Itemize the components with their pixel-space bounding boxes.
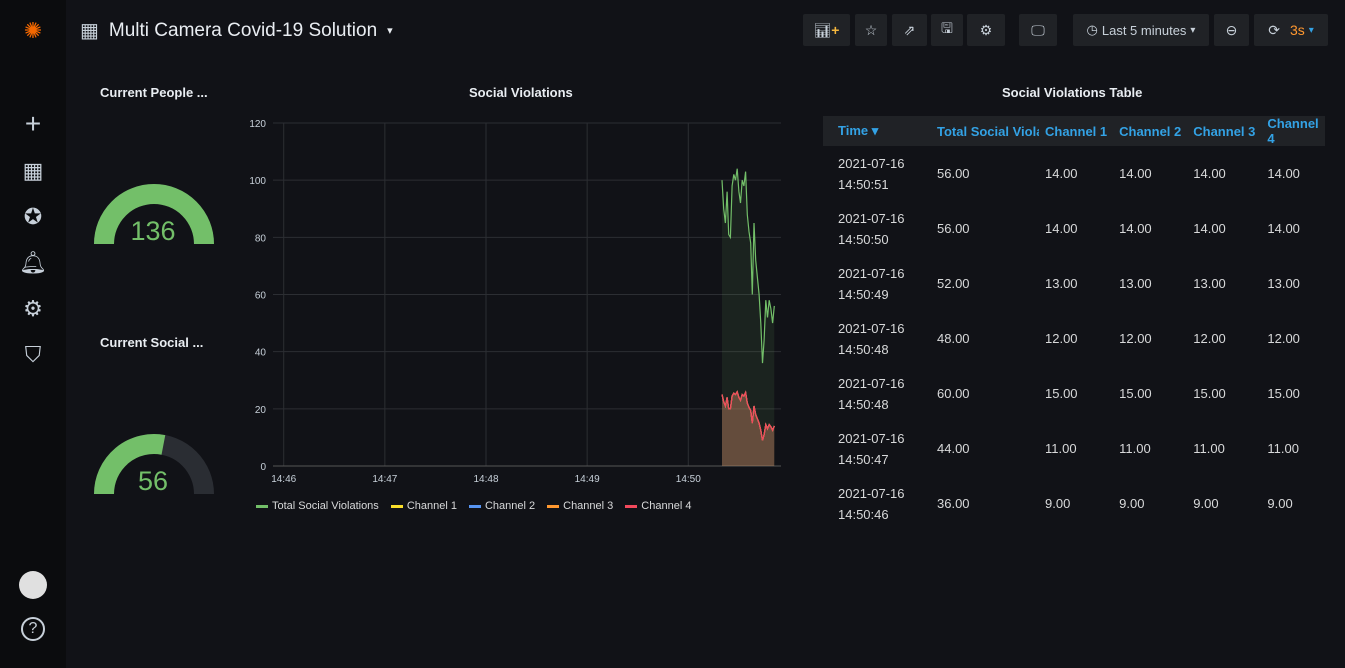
cell-date: 2021-07-16 — [838, 320, 905, 336]
legend-swatch — [547, 504, 560, 508]
col-time[interactable]: Time ▾ — [823, 116, 931, 146]
cell-date: 2021-07-16 — [838, 430, 905, 446]
cell-value: 14.00 — [1267, 166, 1300, 181]
cell-date: 2021-07-16 — [838, 155, 905, 171]
legend-item[interactable]: Channel 4 — [625, 500, 691, 512]
cell-value: 12.00 — [1267, 331, 1300, 346]
cell-value: 52.00 — [937, 276, 970, 291]
col-channel-1[interactable]: Channel 1 — [1039, 116, 1114, 146]
chart-legend: Total Social Violations Channel 1 Channel … — [256, 500, 691, 512]
cell-clock: 14:50:48 — [838, 396, 889, 412]
cell-value: 13.00 — [1045, 276, 1078, 291]
legend-label: Channel 4 — [641, 500, 692, 512]
legend-item[interactable]: Channel 3 — [547, 500, 613, 512]
cell-value: 14.00 — [1119, 166, 1152, 181]
cell-value: 9.00 — [1267, 496, 1293, 511]
legend-label: Total Social Violations — [272, 500, 379, 512]
cell-value: 12.00 — [1193, 331, 1226, 346]
cell-value: 60.00 — [937, 386, 970, 401]
cell-value: 14.00 — [1267, 221, 1300, 236]
table-row: 2021-07-16 14:50:50 56.00 14.00 14.00 14.00 14… — [823, 201, 1325, 256]
cell-clock: 14:50:47 — [838, 451, 889, 467]
cell-clock: 14:50:51 — [838, 176, 889, 192]
cell-clock: 14:50:49 — [838, 286, 889, 302]
legend-label: Channel 3 — [563, 500, 614, 512]
cell-value: 9.00 — [1193, 496, 1219, 511]
cell-clock: 14:50:50 — [838, 231, 889, 247]
legend-swatch — [390, 504, 403, 508]
cell-value: 13.00 — [1267, 276, 1300, 291]
cell-time: 2021-07-16 14:50:51 — [823, 146, 931, 201]
cell-time: 2021-07-16 14:50:46 — [823, 476, 931, 531]
cell-value: 15.00 — [1267, 386, 1300, 401]
y-tick-label: 120 — [249, 119, 266, 130]
col-channel-4[interactable]: Channel 4 — [1261, 116, 1325, 146]
cell-value: 12.00 — [1045, 331, 1078, 346]
cell-value: 48.00 — [937, 331, 970, 346]
table-row: 2021-07-16 14:50:49 52.00 13.00 13.00 13.00 13… — [823, 256, 1325, 311]
cell-value: 14.00 — [1045, 166, 1078, 181]
cell-value: 12.00 — [1119, 331, 1152, 346]
col-channel-3[interactable]: Channel 3 — [1187, 116, 1262, 146]
y-tick-label: 80 — [255, 233, 267, 244]
x-tick-label: 14:50 — [676, 474, 701, 485]
cell-value: 11.00 — [1267, 441, 1299, 456]
cell-date: 2021-07-16 — [838, 210, 905, 226]
cell-value: 44.00 — [937, 441, 970, 456]
legend-item[interactable]: Total Social Violations — [256, 500, 379, 512]
legend-swatch — [468, 504, 481, 508]
cell-value: 11.00 — [1119, 441, 1151, 456]
cell-value: 15.00 — [1119, 386, 1152, 401]
table-row: 2021-07-16 14:50:47 44.00 11.00 11.00 11.00 11… — [823, 421, 1325, 476]
cell-time: 2021-07-16 14:50:47 — [823, 421, 931, 476]
cell-date: 2021-07-16 — [838, 485, 905, 501]
x-tick-label: 14:48 — [473, 474, 498, 485]
cell-value: 14.00 — [1045, 221, 1078, 236]
cell-date: 2021-07-16 — [838, 375, 905, 391]
legend-label: Channel 2 — [484, 500, 536, 512]
panel-title-table[interactable]: Social Violations Table — [1002, 85, 1142, 100]
legend-label: Channel 1 — [406, 500, 457, 512]
cell-value: 13.00 — [1193, 276, 1226, 291]
cell-value: 15.00 — [1045, 386, 1078, 401]
cell-clock: 14:50:48 — [838, 341, 889, 357]
x-tick-label: 14:47 — [372, 474, 397, 485]
cell-value: 9.00 — [1045, 496, 1071, 511]
cell-value: 14.00 — [1119, 221, 1152, 236]
cell-time: 2021-07-16 14:50:49 — [823, 256, 931, 311]
legend-item[interactable]: Channel 2 — [468, 500, 536, 512]
cell-value: 15.00 — [1193, 386, 1226, 401]
col-channel-2[interactable]: Channel 2 — [1113, 116, 1188, 146]
cell-value: 13.00 — [1119, 276, 1152, 291]
cell-value: 14.00 — [1193, 221, 1226, 236]
table-row: 2021-07-16 14:50:48 48.00 12.00 12.00 12.00 12… — [823, 311, 1325, 366]
y-tick-label: 20 — [255, 405, 267, 416]
cell-date: 2021-07-16 — [838, 265, 905, 281]
table-row: 2021-07-16 14:50:46 36.00 9.00 9.00 9.00 9.00 — [823, 476, 1325, 531]
cell-value: 11.00 — [1045, 441, 1077, 456]
cell-value: 56.00 — [937, 166, 970, 181]
x-tick-label: 14:46 — [271, 474, 296, 485]
table-row: 2021-07-16 14:50:51 56.00 14.00 14.00 14.00 14… — [823, 146, 1325, 201]
x-tick-label: 14:49 — [575, 474, 600, 485]
cell-value: 9.00 — [1119, 496, 1145, 511]
legend-swatch — [625, 504, 638, 508]
cell-clock: 14:50:46 — [838, 506, 889, 522]
y-tick-label: 100 — [249, 176, 266, 187]
cell-time: 2021-07-16 14:50:48 — [823, 366, 931, 421]
y-tick-label: 60 — [255, 291, 267, 302]
legend-swatch — [256, 504, 268, 508]
cell-value: 36.00 — [937, 496, 970, 511]
y-tick-label: 0 — [260, 462, 266, 473]
cell-value: 56.00 — [937, 221, 970, 236]
violations-table: Time ▾ Total Social Violations Channel 1… — [823, 116, 1325, 531]
cell-value: 14.00 — [1193, 166, 1226, 181]
legend-item[interactable]: Channel 1 — [390, 500, 457, 512]
cell-time: 2021-07-16 14:50:48 — [823, 311, 931, 366]
col-total[interactable]: Total Social Violations — [931, 116, 1039, 146]
y-tick-label: 40 — [255, 348, 267, 359]
table-row: 2021-07-16 14:50:48 60.00 15.00 15.00 15.00 15… — [823, 366, 1325, 421]
cell-value: 11.00 — [1193, 441, 1225, 456]
cell-time: 2021-07-16 14:50:50 — [823, 201, 931, 256]
